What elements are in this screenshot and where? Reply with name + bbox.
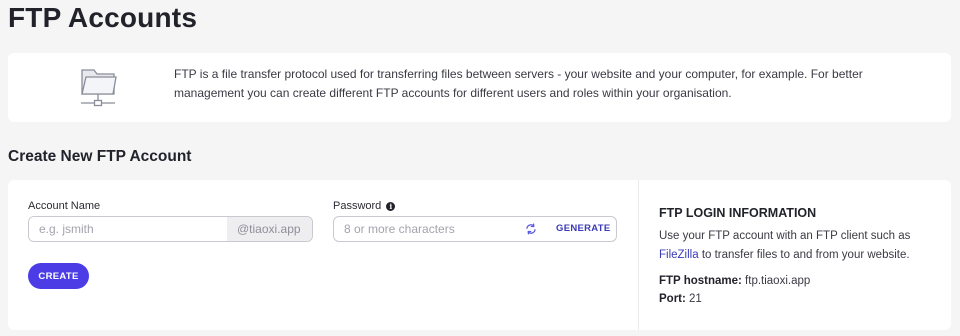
login-info-text-before: Use your FTP account with an FTP client … [659, 230, 911, 242]
password-field: GENERATE [333, 216, 617, 242]
login-info-text: Use your FTP account with an FTP client … [659, 227, 929, 265]
password-label-group: Password i [333, 200, 396, 212]
ftp-login-info-panel: FTP LOGIN INFORMATION Use your FTP accou… [638, 180, 951, 330]
section-title: Create New FTP Account [8, 148, 192, 165]
create-account-form: Account Name Password i @tiaoxi.app GENE… [8, 180, 638, 330]
domain-suffix: @tiaoxi.app [227, 217, 312, 241]
refresh-icon[interactable] [524, 222, 538, 236]
account-name-input[interactable] [29, 217, 227, 241]
account-name-label: Account Name [28, 200, 101, 212]
page-title: FTP Accounts [8, 2, 198, 33]
info-icon[interactable]: i [386, 201, 396, 211]
create-account-card: Account Name Password i @tiaoxi.app GENE… [8, 180, 951, 330]
password-input[interactable] [334, 217, 514, 241]
port-value: 21 [685, 293, 702, 305]
intro-card: FTP is a file transfer protocol used for… [8, 53, 951, 122]
intro-text: FTP is a file transfer protocol used for… [174, 67, 863, 100]
create-button[interactable]: CREATE [28, 263, 89, 289]
hostname-label: FTP hostname: [659, 275, 742, 287]
filezilla-link[interactable]: FileZilla [659, 249, 699, 261]
account-name-field: @tiaoxi.app [28, 216, 313, 242]
login-info-title: FTP LOGIN INFORMATION [659, 206, 817, 220]
password-label: Password [333, 200, 382, 212]
ftp-hostname: FTP hostname: ftp.tiaoxi.app [659, 275, 810, 287]
ftp-port: Port: 21 [659, 293, 702, 305]
login-info-text-after: to transfer files to and from your websi… [698, 249, 910, 261]
hostname-value: ftp.tiaoxi.app [741, 275, 811, 287]
port-label: Port: [659, 293, 686, 305]
folder-network-icon [78, 66, 128, 112]
generate-password-button[interactable]: GENERATE [550, 217, 616, 241]
